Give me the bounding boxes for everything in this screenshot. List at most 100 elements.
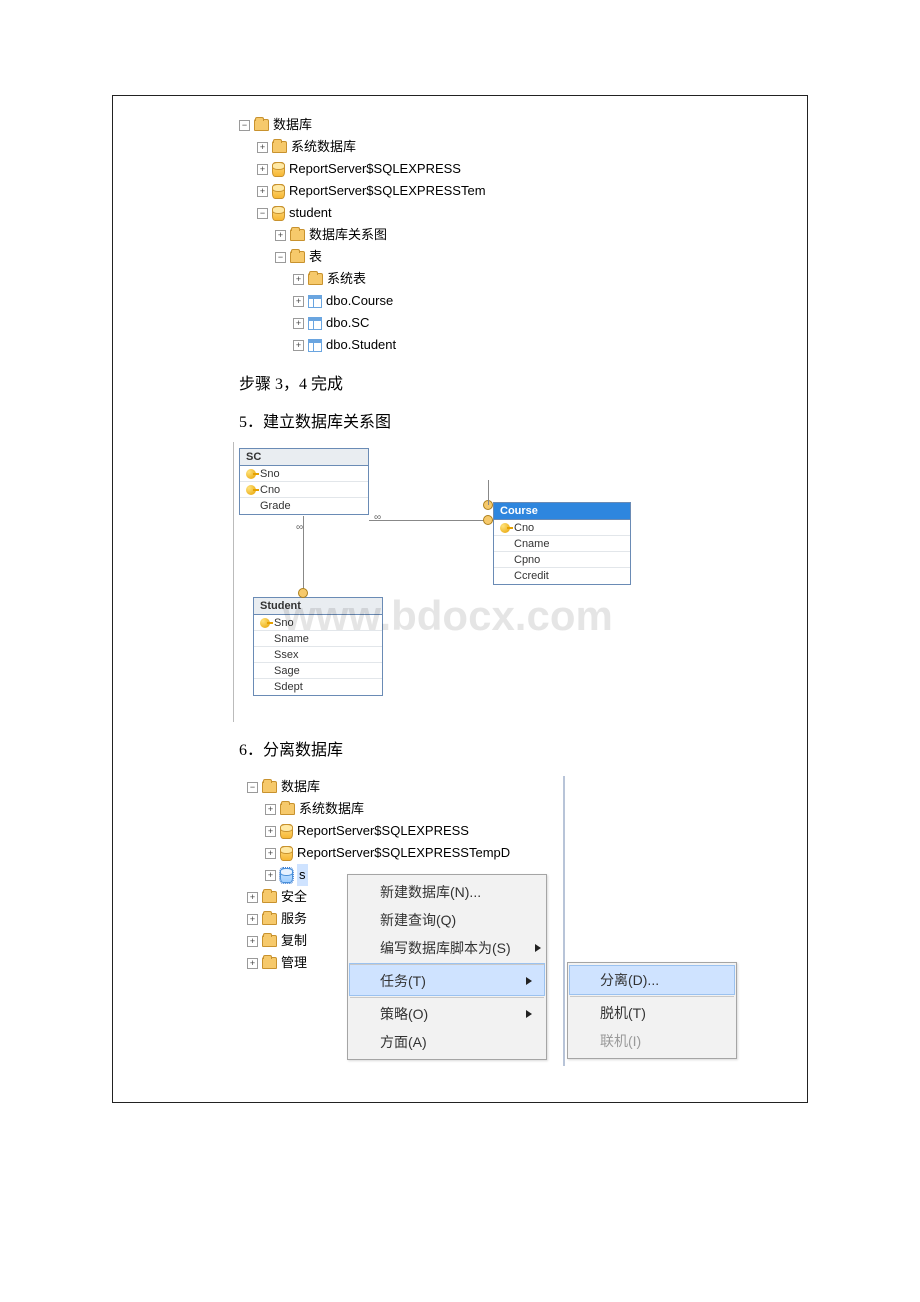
expand-icon[interactable]	[265, 870, 276, 881]
submenu-take-offline[interactable]: 脱机(T)	[570, 996, 734, 1027]
tree-label: 系统数据库	[291, 136, 356, 158]
tree-node-sysdb[interactable]: 系统数据库	[257, 136, 781, 158]
key-spacer	[246, 501, 256, 511]
expand-icon[interactable]	[293, 340, 304, 351]
menu-tasks[interactable]: 任务(T)	[350, 964, 544, 995]
submenu-bring-online: 联机(I)	[570, 1027, 734, 1055]
tree-label: s	[297, 864, 308, 886]
tree-node-table-course[interactable]: dbo.Course	[293, 290, 781, 312]
database-icon	[280, 846, 293, 861]
tree-node-table-student[interactable]: dbo.Student	[293, 334, 781, 356]
expand-icon[interactable]	[257, 142, 268, 153]
menu-new-query[interactable]: 新建查询(Q)	[350, 906, 544, 934]
folder-icon	[272, 141, 287, 153]
tree-node-reportserver-temp[interactable]: ReportServer$SQLEXPRESSTem	[257, 180, 781, 202]
menu-label: 新建数据库(N)...	[380, 882, 481, 902]
menu-new-database[interactable]: 新建数据库(N)...	[350, 878, 544, 906]
tree-node-tables[interactable]: 表	[275, 246, 781, 268]
expand-icon[interactable]	[247, 892, 258, 903]
column-label: Grade	[260, 500, 291, 512]
tree-label: ReportServer$SQLEXPRESSTem	[289, 180, 486, 202]
collapse-icon[interactable]	[257, 208, 268, 219]
expand-icon[interactable]	[247, 914, 258, 925]
expand-icon[interactable]	[265, 826, 276, 837]
column-label: Ssex	[274, 649, 298, 661]
menu-label: 策略(O)	[380, 1004, 428, 1024]
menu-label: 脱机(T)	[600, 1005, 646, 1021]
menu-label: 编写数据库脚本为(S)	[380, 938, 511, 958]
key-spacer	[500, 571, 510, 581]
tree-node-sysdb[interactable]: 系统数据库	[265, 798, 781, 820]
tasks-submenu[interactable]: 分离(D)... 脱机(T) 联机(I)	[567, 962, 737, 1059]
collapse-icon[interactable]	[247, 782, 258, 793]
diagram-table-student[interactable]: Student Sno Sname Ssex Sage Sdept	[253, 597, 383, 696]
expand-icon[interactable]	[293, 318, 304, 329]
tree-label: ReportServer$SQLEXPRESS	[297, 820, 469, 842]
diagram-table-course[interactable]: Course Cno Cname Cpno Ccredit	[493, 502, 631, 585]
expand-icon[interactable]	[275, 230, 286, 241]
expand-icon[interactable]	[257, 164, 268, 175]
diagram-table-sc[interactable]: SC Sno Cno Grade	[239, 448, 369, 515]
tree-label: ReportServer$SQLEXPRESS	[289, 158, 461, 180]
tree-label: 安全	[281, 886, 307, 908]
tree-node-table-sc[interactable]: dbo.SC	[293, 312, 781, 334]
menu-facets[interactable]: 方面(A)	[350, 1028, 544, 1056]
database-icon	[280, 868, 293, 883]
menu-label: 方面(A)	[380, 1032, 427, 1052]
expand-icon[interactable]	[247, 936, 258, 947]
key-spacer	[500, 539, 510, 549]
expand-icon[interactable]	[293, 274, 304, 285]
detach-db-area: 数据库 系统数据库	[247, 776, 781, 1066]
submenu-detach[interactable]: 分离(D)...	[570, 966, 734, 994]
collapse-icon[interactable]	[239, 120, 250, 131]
menu-label: 新建查询(Q)	[380, 910, 456, 930]
table-icon	[308, 339, 322, 352]
column-label: Sdept	[274, 681, 303, 693]
column-label: Cno	[514, 522, 534, 534]
tree-label: 管理	[281, 952, 307, 974]
folder-icon	[262, 891, 277, 903]
relationship-line	[488, 480, 489, 505]
primary-key-icon	[246, 485, 256, 495]
column-label: Cpno	[514, 554, 540, 566]
tree-label: 数据库	[281, 776, 320, 798]
column-label: Sname	[274, 633, 309, 645]
folder-icon	[262, 781, 277, 793]
folder-icon	[290, 229, 305, 241]
tree-node-student-db[interactable]: student	[257, 202, 781, 224]
expand-icon[interactable]	[247, 958, 258, 969]
column-label: Cname	[514, 538, 549, 550]
relationship-line	[303, 516, 304, 597]
tree-label: dbo.Student	[326, 334, 396, 356]
tree-node-reportserver[interactable]: ReportServer$SQLEXPRESS	[257, 158, 781, 180]
tree-label: 表	[309, 246, 322, 268]
column-label: Sage	[274, 665, 300, 677]
menu-label: 分离(D)...	[600, 972, 659, 988]
step-5-heading: 5．建立数据库关系图	[239, 408, 781, 432]
tree-label: 服务	[281, 908, 307, 930]
tree-label: 数据库关系图	[309, 224, 387, 246]
tree-node-reportserver[interactable]: ReportServer$SQLEXPRESS	[265, 820, 781, 842]
relationship-line	[369, 520, 493, 521]
folder-icon	[290, 251, 305, 263]
tree-label: student	[289, 202, 332, 224]
primary-key-icon	[246, 469, 256, 479]
submenu-arrow-icon	[535, 944, 541, 952]
expand-icon[interactable]	[265, 804, 276, 815]
tree-node-databases[interactable]: 数据库	[247, 776, 781, 798]
tree-node-systables[interactable]: 系统表	[293, 268, 781, 290]
db-relationship-diagram: SC Sno Cno Grade Course Cno Cname Cpno C…	[233, 442, 653, 722]
key-spacer	[260, 682, 270, 692]
expand-icon[interactable]	[293, 296, 304, 307]
expand-icon[interactable]	[257, 186, 268, 197]
tree-node-reportserver-temp[interactable]: ReportServer$SQLEXPRESSTempD	[265, 842, 781, 864]
menu-policies[interactable]: 策略(O)	[350, 997, 544, 1028]
tree-node-db-diagrams[interactable]: 数据库关系图	[275, 224, 781, 246]
expand-icon[interactable]	[265, 848, 276, 859]
diagram-table-header: Student	[254, 598, 382, 615]
tree-node-databases[interactable]: 数据库	[239, 114, 781, 136]
menu-script-database-as[interactable]: 编写数据库脚本为(S)	[350, 934, 544, 962]
context-menu[interactable]: 新建数据库(N)... 新建查询(Q) 编写数据库脚本为(S) 任务(T) 策略…	[347, 874, 547, 1060]
primary-key-icon	[260, 618, 270, 628]
collapse-icon[interactable]	[275, 252, 286, 263]
